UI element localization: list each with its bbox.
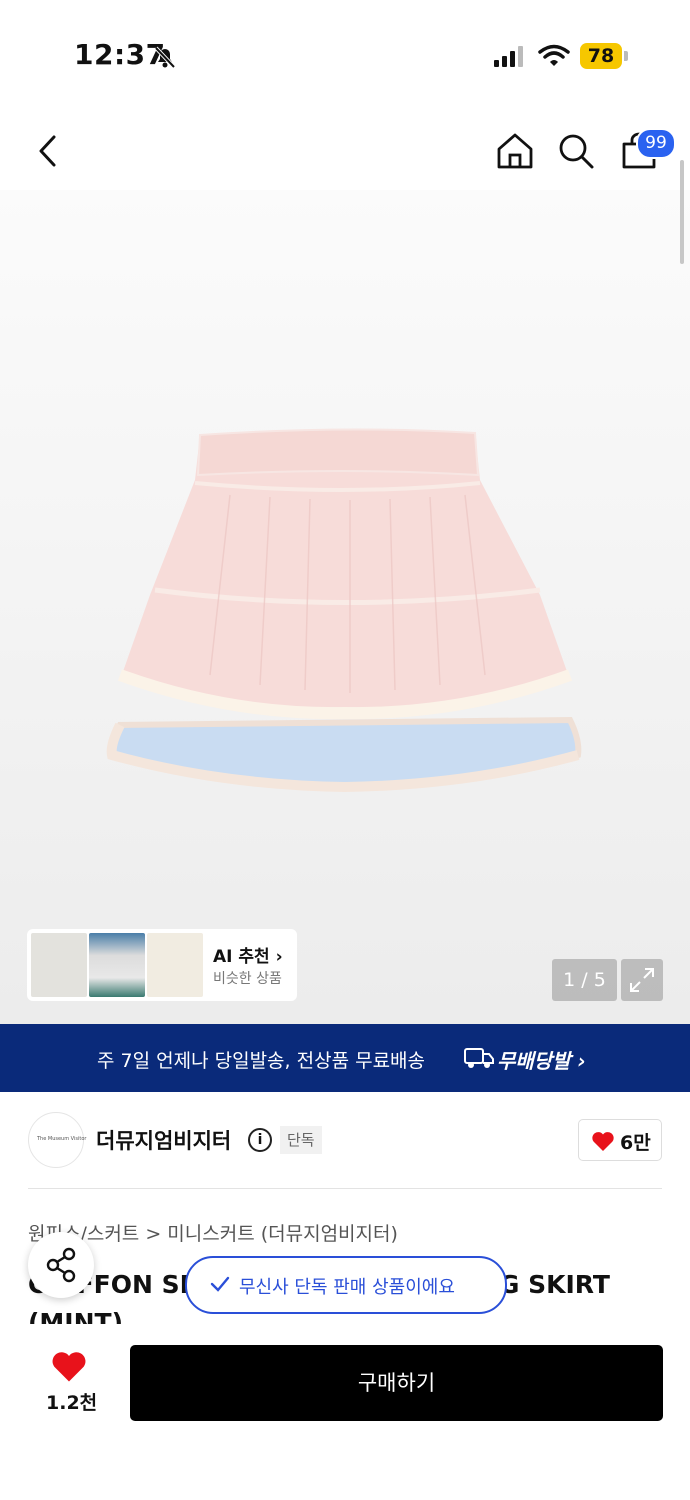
expand-icon: [630, 968, 654, 992]
cart-count-badge: 99: [636, 128, 676, 159]
search-icon[interactable]: [557, 132, 595, 170]
divider: [28, 1188, 662, 1189]
exclusive-toast: 무신사 단독 판매 상품이에요: [185, 1256, 507, 1314]
share-button[interactable]: [28, 1232, 94, 1298]
battery-tip: [624, 51, 628, 61]
ai-reco-title: AI 추천 ›: [213, 947, 283, 967]
product-like-count: 1.2천: [46, 1392, 98, 1414]
exclusive-badge: 단독: [280, 1126, 322, 1154]
thumbnail-image[interactable]: [31, 933, 87, 997]
brand-logo[interactable]: The Museum Visitor: [28, 1112, 86, 1168]
info-icon[interactable]: i: [248, 1128, 272, 1152]
ai-recommendation-card[interactable]: AI 추천 › 비슷한 상품: [27, 929, 297, 1001]
banner-text: 주 7일 언제나 당일발송, 전상품 무료배송: [97, 1050, 426, 1072]
ai-reco-subtitle: 비슷한 상품: [213, 971, 282, 987]
heart-icon: [592, 1132, 614, 1151]
buy-button[interactable]: 구매하기: [130, 1345, 663, 1421]
heart-icon[interactable]: [50, 1349, 88, 1383]
cellular-signal-icon: [494, 46, 523, 67]
product-image[interactable]: [100, 425, 590, 805]
home-icon[interactable]: [496, 132, 534, 170]
banner-brand: 무배당발 ›: [497, 1049, 586, 1073]
thumbnail-image[interactable]: [89, 933, 145, 997]
brand-like-button[interactable]: 6만: [578, 1119, 662, 1161]
brand-like-count: 6만: [620, 1132, 651, 1154]
scrollbar[interactable]: [680, 160, 684, 264]
back-icon[interactable]: [36, 134, 60, 168]
wifi-icon: [538, 44, 570, 66]
share-icon: [46, 1247, 76, 1283]
shipping-banner[interactable]: 주 7일 언제나 당일발송, 전상품 무료배송 무배당발 ›: [0, 1024, 690, 1092]
brand-name[interactable]: 더뮤지엄비지터: [96, 1125, 231, 1155]
page-indicator: 1 / 5: [552, 959, 617, 1001]
toast-text: 무신사 단독 판매 상품이에요: [239, 1277, 455, 1298]
thumbnail-image[interactable]: [147, 933, 203, 997]
bell-muted-icon: [154, 46, 176, 69]
battery-indicator: 78: [580, 43, 622, 69]
check-icon: [210, 1276, 230, 1292]
truck-icon: [464, 1048, 494, 1068]
expand-button[interactable]: [621, 959, 663, 1001]
